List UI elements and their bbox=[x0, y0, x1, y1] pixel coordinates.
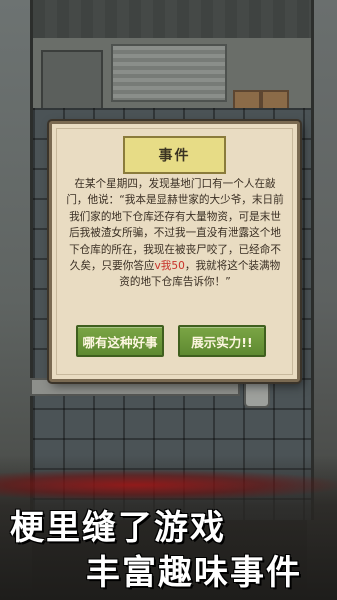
event-description: 在某个星期四，发现基地门口有一个人在敲门，他说：“我本是显赫世家的大少爷，末日前… bbox=[66, 176, 284, 291]
event-text: 在某个星期四，发现基地门口有一个人在敲门，他说：“我本是显赫世家的大少爷，末日前… bbox=[66, 178, 284, 273]
event-title: 事件 bbox=[123, 136, 226, 174]
roof bbox=[33, 0, 311, 41]
event-text-highlight: v我50 bbox=[154, 260, 185, 273]
promo-caption-line1: 梗里缝了游戏 bbox=[10, 508, 226, 548]
decline-button[interactable]: 哪有这种好事 bbox=[76, 325, 164, 357]
blood-splatter bbox=[0, 470, 337, 500]
garage-shutter bbox=[111, 44, 227, 102]
event-dialog: 事件 在某个星期四，发现基地门口有一个人在敲门，他说：“我本是显赫世家的大少爷，… bbox=[49, 121, 300, 382]
bucket bbox=[244, 380, 270, 408]
game-scene: 事件 在某个星期四，发现基地门口有一个人在敲门，他说：“我本是显赫世家的大少爷，… bbox=[0, 0, 337, 600]
accept-button[interactable]: 展示实力!! bbox=[178, 325, 266, 357]
promo-caption-line2: 丰富趣味事件 bbox=[86, 553, 302, 593]
storage-cabinet bbox=[41, 50, 103, 110]
